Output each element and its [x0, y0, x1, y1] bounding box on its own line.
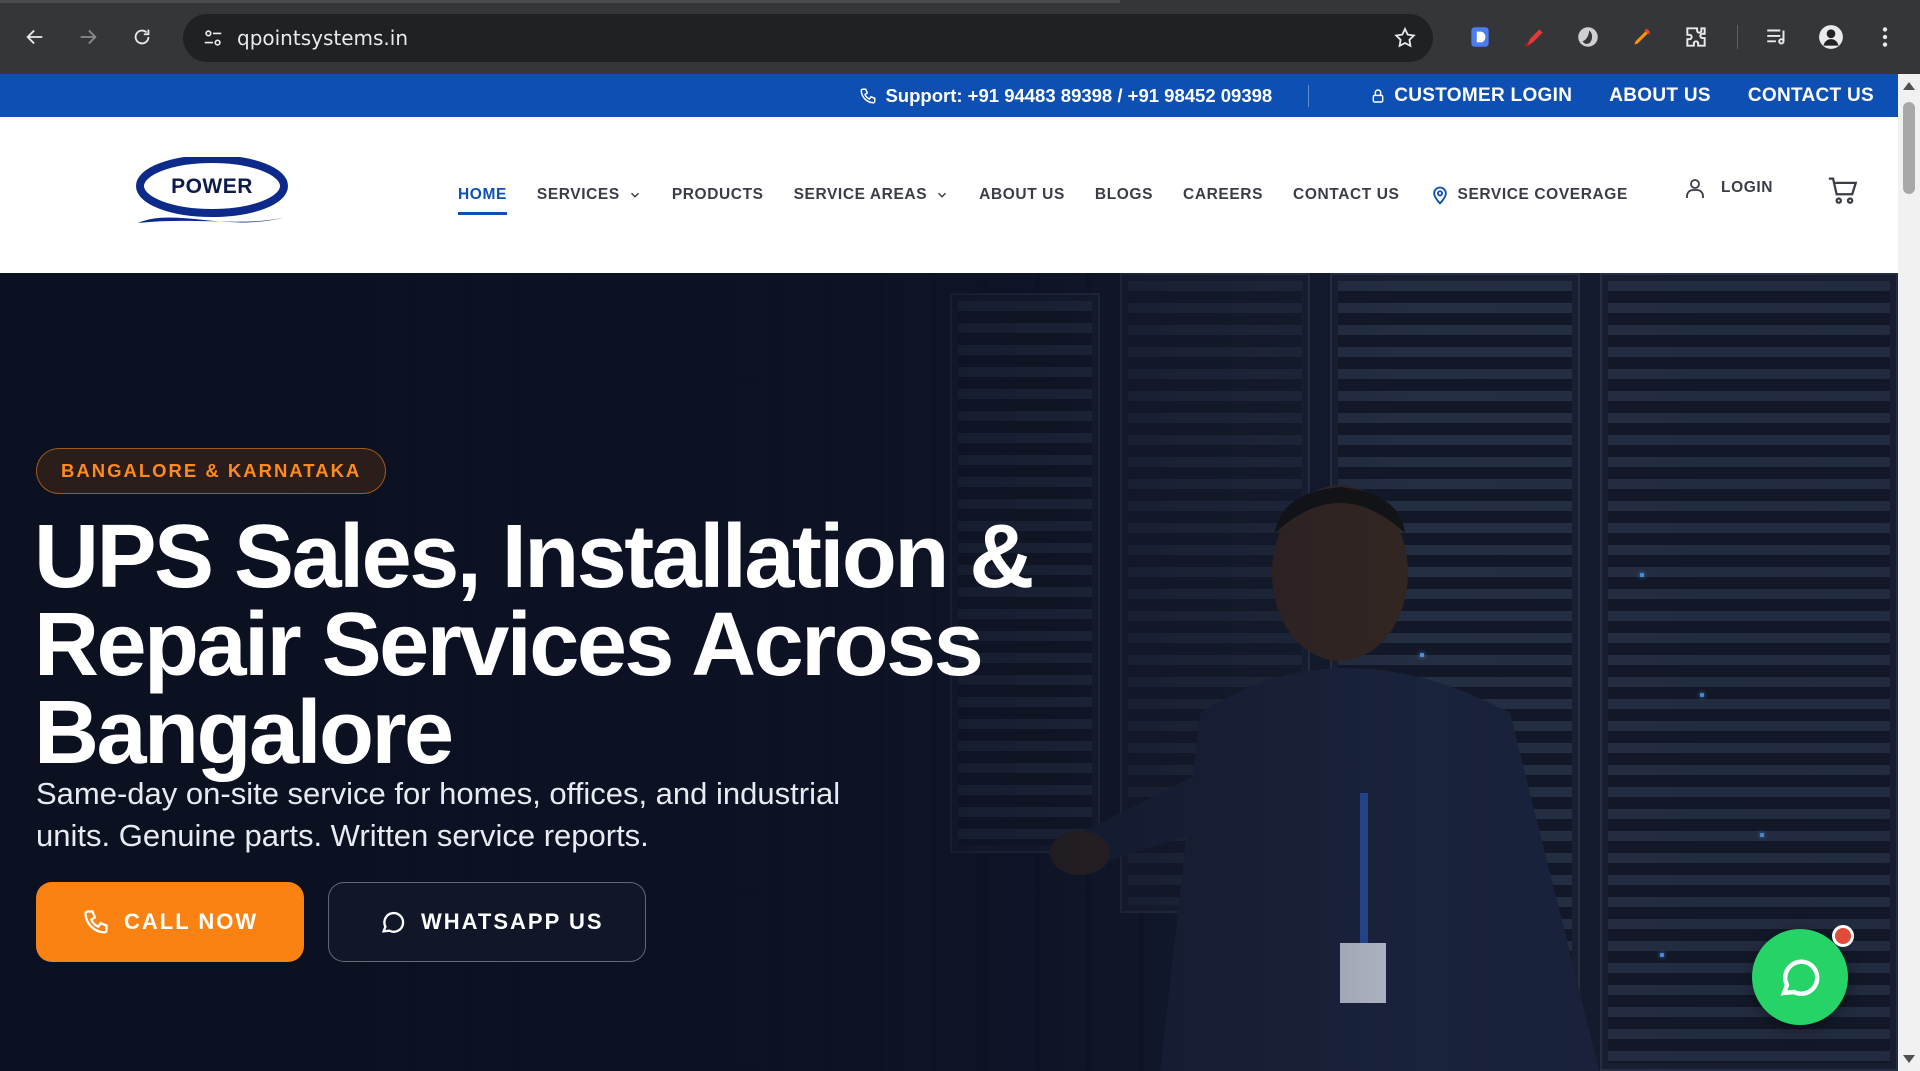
site-logo[interactable]: POWER: [136, 155, 288, 233]
nav-services-label: SERVICES: [536, 186, 620, 203]
scroll-up-arrow-icon[interactable]: [1903, 82, 1915, 90]
cart-icon[interactable]: [1826, 173, 1860, 207]
extension-pencil-icon[interactable]: [1625, 20, 1659, 54]
nav-about[interactable]: ABOUT US: [979, 175, 1065, 215]
hero-section: BANGALORE & KARNATAKA UPS Sales, Install…: [0, 273, 1898, 1071]
nav-products[interactable]: PRODUCTS: [672, 175, 764, 215]
support-text: Support: +91 94483 89398 / +91 98452 093…: [885, 84, 1273, 106]
loading-bar: [0, 0, 1120, 3]
hero-subtitle-line-1: Same-day on-site service for homes, offi…: [36, 776, 841, 811]
hero-heading-line-1: UPS Sales, Installation &: [34, 507, 1034, 607]
phone-icon: [860, 88, 876, 104]
hero-subtitle: Same-day on-site service for homes, offi…: [36, 773, 936, 857]
top-contact-link[interactable]: CONTACT US: [1748, 85, 1874, 107]
extensions-puzzle-icon[interactable]: [1679, 20, 1713, 54]
logo-text: POWER: [171, 175, 253, 198]
notification-dot: [1832, 925, 1854, 947]
reload-icon[interactable]: [124, 19, 160, 55]
user-icon: [1686, 179, 1704, 198]
back-icon[interactable]: [17, 19, 53, 55]
hero-heading: UPS Sales, Installation & Repair Service…: [34, 507, 1134, 783]
hero-heading-line-3: Bangalore: [34, 683, 454, 783]
call-now-button[interactable]: CALL NOW: [36, 882, 304, 962]
nav-blogs-label: BLOGS: [1094, 186, 1154, 203]
chat-bubble-icon: [381, 911, 405, 933]
nav-services[interactable]: SERVICES: [537, 175, 642, 215]
nav-blogs[interactable]: BLOGS: [1095, 175, 1153, 215]
whatsapp-us-label: WHATSAPP US: [421, 909, 604, 934]
lock-icon: [1372, 88, 1384, 103]
whatsapp-float-button[interactable]: [1752, 929, 1848, 1025]
chevron-down-icon: [938, 192, 947, 198]
nav-service-coverage-label: SERVICE COVERAGE: [1457, 186, 1628, 203]
nav-service-areas-label: SERVICE AREAS: [793, 186, 928, 203]
header-login-link[interactable]: LOGIN: [1683, 175, 1773, 201]
page-scrollbar[interactable]: [1898, 74, 1920, 1071]
whatsapp-chat-icon: [1780, 959, 1820, 996]
browser-menu-icon[interactable]: [1868, 20, 1902, 54]
media-control-icon[interactable]: [1760, 20, 1794, 54]
top-about-link[interactable]: ABOUT US: [1609, 85, 1711, 107]
support-phone[interactable]: Support: +91 94483 89398 / +91 98452 093…: [859, 84, 1310, 107]
bookmark-star-icon[interactable]: [1385, 18, 1425, 58]
header-login-label: LOGIN: [1721, 179, 1774, 196]
extension-circle-icon[interactable]: [1571, 20, 1605, 54]
nav-careers-label: CAREERS: [1183, 186, 1264, 203]
extension-marker-icon[interactable]: [1517, 20, 1551, 54]
whatsapp-us-button[interactable]: WHATSAPP US: [328, 882, 646, 962]
chevron-down-icon: [630, 192, 639, 198]
location-badge: BANGALORE & KARNATAKA: [36, 448, 387, 494]
nav-home-label: HOME: [458, 186, 507, 203]
hero-subtitle-line-2: units. Genuine parts. Written service re…: [36, 818, 649, 853]
site-header: POWER HOME SERVICES PRODUCTS SERVICE ARE…: [0, 117, 1898, 273]
nav-careers[interactable]: CAREERS: [1183, 175, 1263, 215]
extension-d-icon[interactable]: [1463, 20, 1497, 54]
hero-heading-line-2: Repair Services Across: [34, 595, 984, 695]
address-bar[interactable]: qpointsystems.in: [183, 14, 1433, 62]
url-text[interactable]: qpointsystems.in: [237, 26, 1385, 50]
customer-login-link[interactable]: CUSTOMER LOGIN: [1370, 85, 1572, 107]
browser-toolbar: qpointsystems.in: [0, 0, 1920, 74]
nav-home[interactable]: HOME: [458, 175, 507, 215]
site-info-icon[interactable]: [191, 20, 235, 56]
nav-contact[interactable]: CONTACT US: [1293, 175, 1399, 215]
scroll-down-arrow-icon[interactable]: [1903, 1055, 1915, 1063]
scrollbar-thumb[interactable]: [1903, 102, 1915, 194]
nav-service-coverage[interactable]: SERVICE COVERAGE: [1430, 175, 1628, 215]
customer-login-label: CUSTOMER LOGIN: [1394, 84, 1573, 106]
forward-icon[interactable]: [70, 19, 106, 55]
top-about-label: ABOUT US: [1609, 84, 1711, 106]
toolbar-separator: [1737, 25, 1738, 49]
profile-avatar-icon[interactable]: [1814, 20, 1848, 54]
map-pin-icon: [1432, 186, 1447, 205]
top-contact-label: CONTACT US: [1747, 84, 1874, 106]
call-now-label: CALL NOW: [124, 909, 259, 934]
main-navigation: HOME SERVICES PRODUCTS SERVICE AREAS ABO…: [458, 117, 1658, 273]
top-utility-bar: Support: +91 94483 89398 / +91 98452 093…: [0, 74, 1898, 117]
nav-products-label: PRODUCTS: [671, 186, 764, 203]
nav-service-areas[interactable]: SERVICE AREAS: [794, 175, 950, 215]
nav-about-label: ABOUT US: [979, 186, 1065, 203]
web-page: Support: +91 94483 89398 / +91 98452 093…: [0, 74, 1898, 1071]
nav-contact-label: CONTACT US: [1293, 186, 1400, 203]
phone-icon: [84, 910, 108, 934]
